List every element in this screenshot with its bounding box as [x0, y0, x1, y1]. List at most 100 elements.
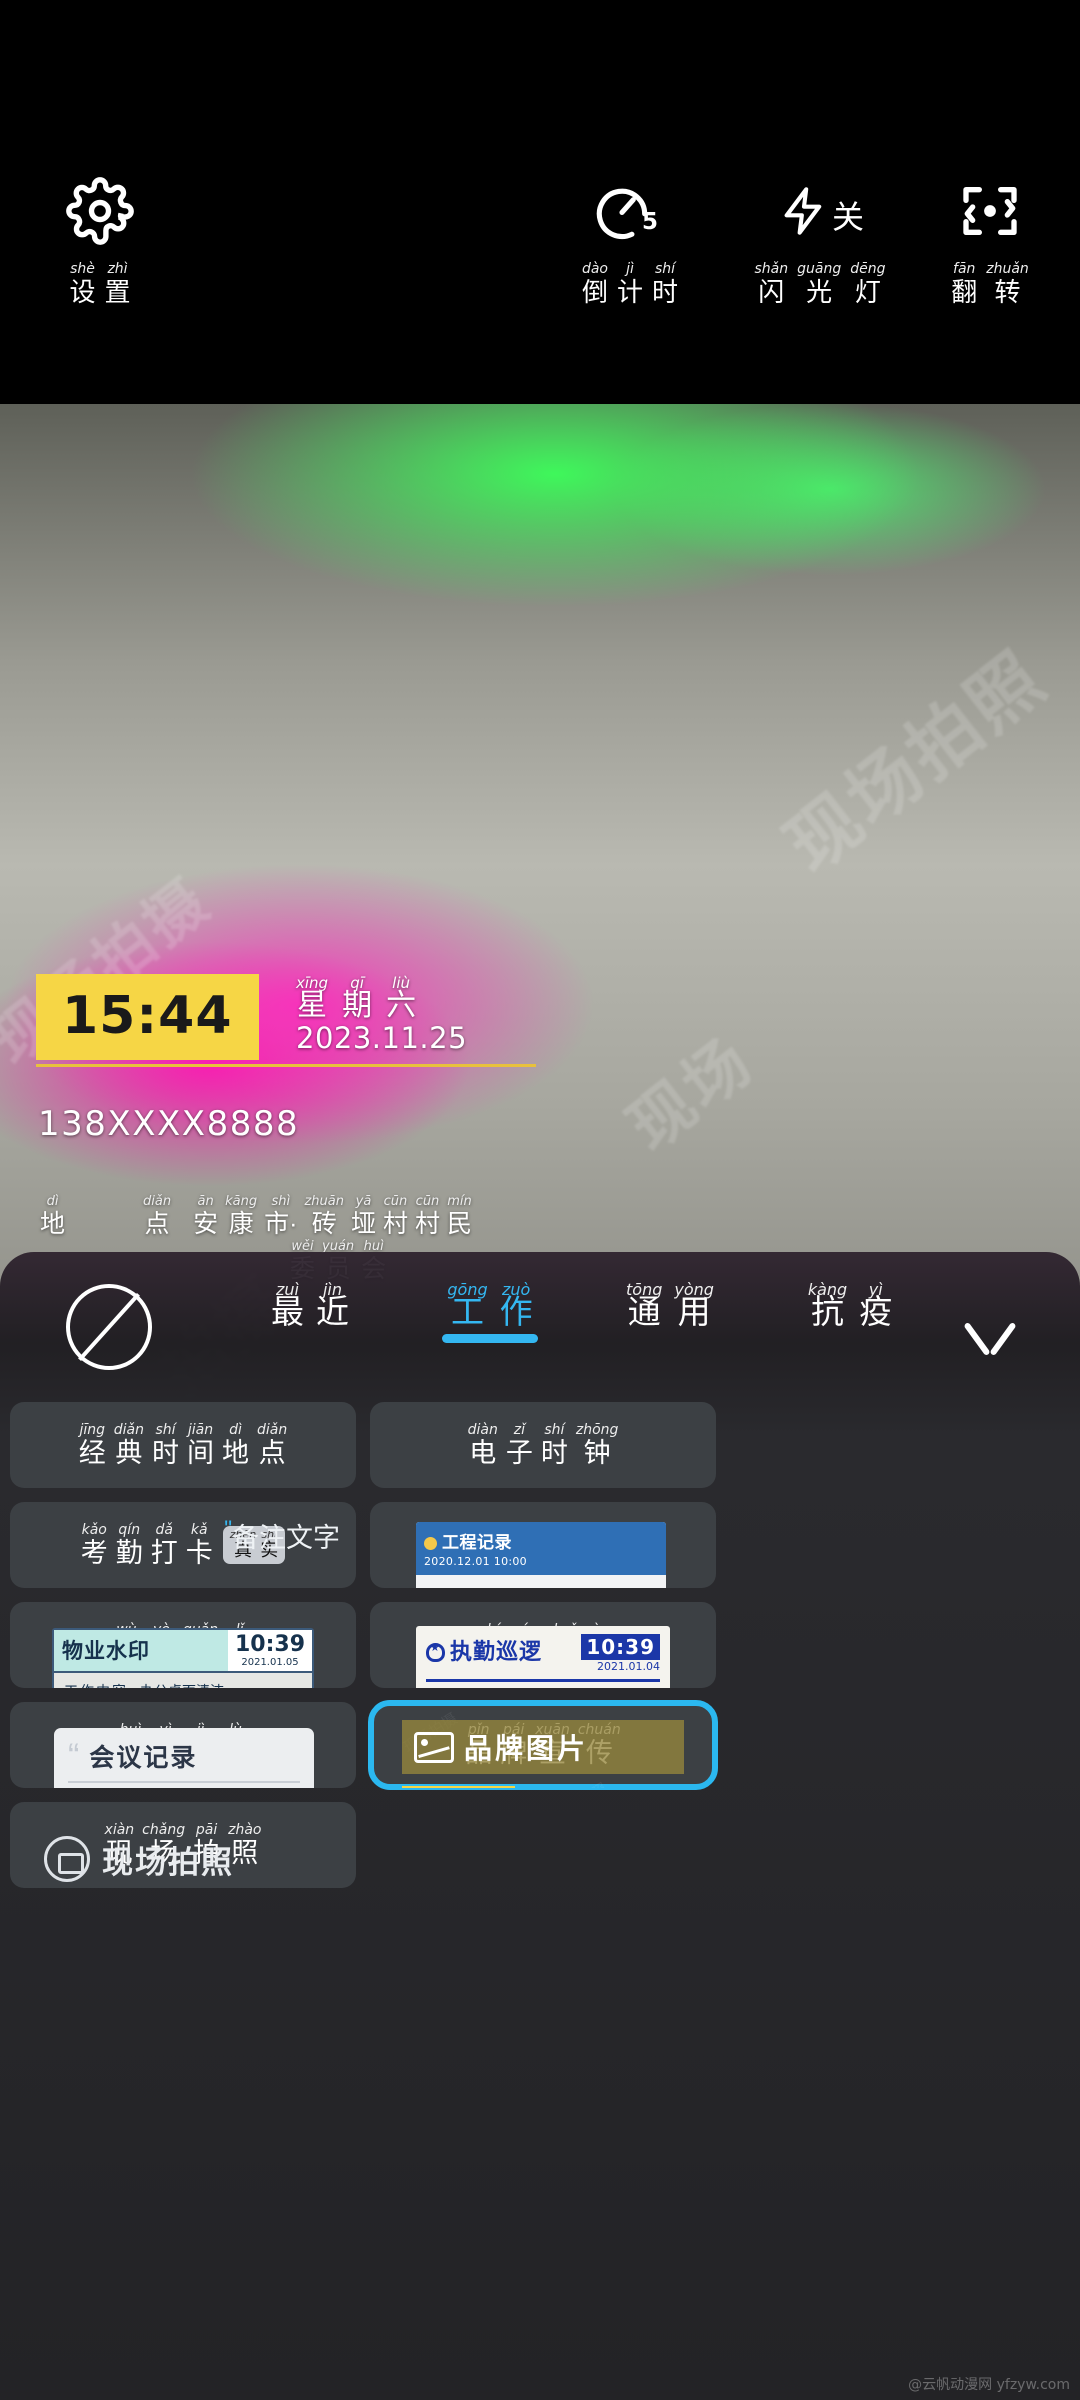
card-header: 工程记录 2020.12.01 10:00	[416, 1522, 666, 1575]
onsite-photo-preview: 现场拍照 时 间 2021.01.06 09:46 地 点 我在现场这里	[44, 1836, 332, 1888]
cn: 康	[228, 1210, 254, 1238]
cn: 时	[152, 1437, 179, 1468]
card-header: “ 会议记录	[68, 1738, 300, 1774]
watermark-time-box: 15:44	[36, 974, 259, 1060]
py: jiān	[187, 1421, 214, 1438]
card-row: 工作内容办公桌面清洁	[64, 1681, 302, 1688]
image-icon	[414, 1731, 454, 1763]
cn: 点	[258, 1437, 286, 1468]
cn: 砖	[311, 1210, 337, 1238]
cn: 工	[451, 1293, 484, 1330]
divider	[426, 1679, 660, 1682]
row-value: 办公桌面清洁	[140, 1681, 224, 1688]
cn: 最	[271, 1293, 304, 1330]
preview-ghost-watermark: 现场	[615, 1023, 767, 1165]
shield-icon	[426, 1641, 445, 1662]
card-date: 2021.01.04	[597, 1660, 660, 1673]
py: diǎn	[257, 1421, 288, 1438]
flash-icon: 关	[740, 170, 900, 252]
cn: 时	[540, 1437, 568, 1468]
py: diǎn	[113, 1421, 144, 1438]
flip-camera-button[interactable]: fān 翻 zhuǎn 转	[920, 170, 1060, 307]
py: qín	[118, 1521, 141, 1538]
row-key: 施工区域	[425, 1586, 483, 1588]
py: shè	[70, 261, 95, 277]
template-card-engineering-record[interactable]: 工程记录 2020.12.01 10:00 施工区域办公大厦正门口两侧花坛 施工…	[370, 1502, 716, 1588]
cn: 近	[316, 1293, 349, 1330]
note-label: 备注文字	[232, 1523, 340, 1553]
tab-general[interactable]: tōng 通 yòng 用	[580, 1282, 760, 1330]
cn: 勤	[115, 1537, 143, 1568]
template-card-attendance-punch[interactable]: "备注文字 kǎo 考 qín 勤 dǎ 打 kǎ 卡 zhēn 真 shí 实	[10, 1502, 356, 1588]
cn: 点	[144, 1210, 170, 1238]
py: dì	[46, 1194, 59, 1209]
cn: 垭	[350, 1210, 376, 1238]
top-toolbar: shè 设 zhì 置 5 dào 倒 jì 计 shí 时 关 shǎn 闪 …	[0, 0, 1080, 404]
tab-epidemic[interactable]: kàng 抗 yì 疫	[760, 1282, 940, 1330]
settings-button[interactable]: shè 设 zhì 置	[20, 170, 180, 307]
divider	[68, 1781, 300, 1783]
card-header: 物业水印 10:39 2021.01.05	[52, 1628, 314, 1673]
card-title: 会议记录	[89, 1744, 198, 1772]
bullet-icon	[424, 1537, 437, 1551]
py: dào	[581, 261, 608, 277]
template-label: diàn 电 zǐ 子 shí 时 zhōng 钟	[370, 1402, 716, 1488]
py: dǎ	[155, 1521, 173, 1538]
cn: 设	[69, 277, 96, 307]
timer-icon: 5	[560, 170, 700, 252]
flash-button[interactable]: 关 shǎn 闪 guāng 光 dēng 灯	[740, 170, 900, 307]
countdown-label: dào 倒 jì 计 shí 时	[560, 261, 700, 308]
py: diàn	[467, 1421, 498, 1438]
cn: 用	[677, 1293, 711, 1330]
template-card-onsite-photo[interactable]: 现场拍照 时 间 2021.01.06 09:46 地 点 我在现场这里	[10, 1802, 356, 1888]
watermark-date: 2023.11.25	[296, 1021, 468, 1055]
py: kǎ	[190, 1521, 208, 1538]
cn: 抗	[811, 1293, 844, 1330]
py: jì	[626, 261, 634, 277]
cn: 置	[104, 277, 131, 307]
cn: 时	[652, 277, 679, 307]
cn: 安	[193, 1210, 219, 1238]
no-watermark-icon[interactable]	[66, 1284, 152, 1370]
flip-camera-label: fān 翻 zhuǎn 转	[920, 262, 1060, 308]
property-watermark-preview: 物业水印 10:39 2021.01.05 工作内容办公桌面清洁 地 点我在这里…	[52, 1628, 314, 1688]
chevron-down-icon[interactable]	[964, 1312, 1016, 1364]
card-title: 品牌图片	[464, 1733, 589, 1764]
py: kǎo	[81, 1521, 107, 1538]
camera-icon	[44, 1836, 90, 1882]
cn: 电	[469, 1437, 497, 1468]
card-time: 10:39	[234, 1632, 306, 1657]
template-card-classic-time-place[interactable]: jīng 经 diǎn 典 shí 时 jiān 间 dì 地 diǎn 点	[10, 1402, 356, 1488]
py: zhōng	[575, 1421, 619, 1438]
py: dì	[229, 1421, 242, 1438]
cn: 间	[187, 1437, 214, 1468]
countdown-button[interactable]: 5 dào 倒 jì 计 shí 时	[560, 170, 700, 307]
template-label: jīng 经 diǎn 典 shí 时 jiān 间 dì 地 diǎn 点	[10, 1402, 356, 1488]
flash-label: shǎn 闪 guāng 光 dēng 灯	[740, 261, 900, 308]
row-key: 工作内容	[64, 1681, 140, 1688]
py: shǎn	[754, 261, 789, 277]
py: shì	[271, 1194, 291, 1209]
template-card-brand-promotion[interactable]: 现场拍摄 现场拍照 品牌图片 10:39 星期三 2020.11.26	[368, 1700, 718, 1790]
flip-camera-icon	[920, 170, 1060, 252]
cn: 钟	[583, 1437, 611, 1468]
card-date: 2021.01.05	[241, 1657, 299, 1668]
countdown-value: 5	[641, 209, 658, 235]
template-card-property-management[interactable]: 物业水印 10:39 2021.01.05 工作内容办公桌面清洁 地 点我在这里…	[10, 1602, 356, 1688]
tab-recent[interactable]: zuì 最 jìn 近	[220, 1282, 400, 1330]
quote-mark: "	[224, 1516, 232, 1541]
card-time: 10:39	[402, 1786, 516, 1788]
card-header: 现场拍照	[44, 1836, 332, 1882]
card-datetime: 2020.12.01 10:00	[424, 1555, 527, 1568]
watermark-phone: 138XXXX8888	[38, 1104, 300, 1144]
tab-work[interactable]: gōng 工 zuò 作	[400, 1282, 580, 1343]
template-card-meeting-record[interactable]: “ 会议记录 09:39 星期三 2021.01.06	[10, 1702, 356, 1788]
cn: 典	[115, 1437, 143, 1468]
brand-image-preview: 品牌图片 10:39 星期三 2020.11.26 联系方式：135XXXX88…	[402, 1720, 684, 1788]
cn: 疫	[859, 1293, 893, 1330]
template-card-electronic-clock[interactable]: diàn 电 zǐ 子 shí 时 zhōng 钟	[370, 1402, 716, 1488]
cn: 地	[40, 1210, 66, 1238]
cn: 打	[150, 1537, 178, 1568]
cn: 子	[505, 1437, 533, 1468]
template-card-duty-watermark[interactable]: 执勤巡逻 10:39 2021.01.04 地 点我在这里 备 注已完成巡逻 巡…	[370, 1602, 716, 1688]
